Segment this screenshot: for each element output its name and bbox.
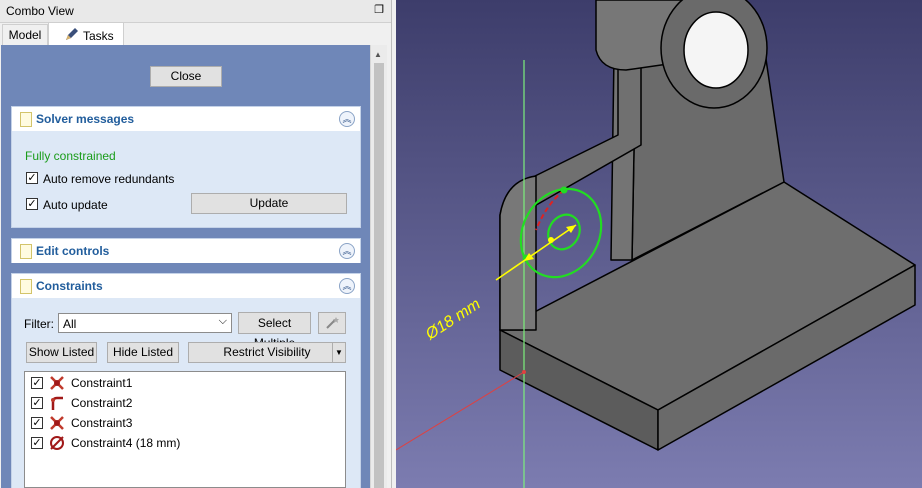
wand-icon — [326, 317, 339, 329]
coincident-icon — [50, 376, 64, 390]
collapse-icon[interactable]: ︽ — [339, 278, 355, 294]
hide-listed-button[interactable]: Hide Listed — [107, 342, 179, 363]
close-button[interactable]: Close — [150, 66, 222, 87]
coincident-icon — [50, 416, 64, 430]
show-listed-button[interactable]: Show Listed — [26, 342, 97, 363]
combo-view-panel: Combo View ❐ Model Tasks Close Solver me… — [0, 0, 392, 488]
solver-messages-box: Solver messages ︽ Fully constrained ✓ Au… — [11, 106, 361, 228]
restrict-visibility-label: Restrict Visibility — [223, 345, 311, 359]
tab-tasks[interactable]: Tasks — [48, 22, 124, 46]
origin-point — [522, 370, 526, 374]
list-item[interactable]: ✓ Constraint1 — [31, 374, 331, 392]
task-panel-scrollbar[interactable]: ▲ — [370, 45, 387, 488]
tab-tasks-label: Tasks — [83, 29, 114, 43]
edit-controls-title: Edit controls — [36, 244, 110, 258]
constraints-list: ✓ Constraint1 ✓ Constraint2 ✓ Constraint… — [24, 371, 346, 488]
update-button[interactable]: Update — [191, 193, 347, 214]
scrollbar-thumb[interactable] — [374, 63, 384, 488]
auto-update-label: Auto update — [43, 198, 108, 212]
filter-select[interactable]: All ⌵ — [58, 313, 232, 333]
constraint-checkbox[interactable]: ✓ — [31, 377, 43, 389]
document-icon — [20, 279, 32, 294]
select-multiple-button[interactable]: Select Multiple — [238, 312, 311, 350]
list-item[interactable]: ✓ Constraint3 — [31, 414, 331, 432]
pencil-icon — [66, 28, 78, 40]
constraint-checkbox[interactable]: ✓ — [31, 397, 43, 409]
chevron-down-icon: ⌵ — [218, 315, 227, 327]
auto-update-checkbox[interactable]: ✓ — [26, 198, 38, 210]
tangent-icon — [51, 396, 63, 410]
combo-view-titlebar: Combo View ❐ — [0, 0, 391, 23]
constraint-checkbox[interactable]: ✓ — [31, 437, 43, 449]
filter-select-value: All — [63, 317, 77, 331]
tab-bar: Model Tasks — [0, 22, 391, 46]
document-icon — [20, 244, 32, 259]
solver-status: Fully constrained — [25, 149, 116, 163]
scroll-up-icon[interactable]: ▲ — [374, 50, 382, 59]
edit-controls-header[interactable]: Edit controls ︽ — [12, 239, 360, 263]
constraint-name: Constraint1 — [71, 376, 133, 390]
solver-messages-title: Solver messages — [36, 112, 135, 126]
edit-controls-box: Edit controls ︽ — [11, 238, 361, 263]
constraints-header[interactable]: Constraints ︽ — [12, 274, 360, 298]
restrict-visibility-button[interactable]: Restrict Visibility ▼ — [188, 342, 346, 363]
solver-messages-header[interactable]: Solver messages ︽ — [12, 107, 360, 131]
filter-label: Filter: — [24, 317, 54, 331]
tab-model-label: Model — [8, 28, 42, 42]
list-item[interactable]: ✓ Constraint2 — [31, 394, 331, 412]
float-window-icon[interactable]: ❐ — [373, 4, 385, 16]
constraint-name: Constraint2 — [71, 396, 133, 410]
constraints-title: Constraints — [36, 279, 103, 293]
constraint-checkbox[interactable]: ✓ — [31, 417, 43, 429]
constraint-name: Constraint3 — [71, 416, 133, 430]
document-icon — [20, 112, 32, 127]
tab-model[interactable]: Model — [2, 24, 48, 45]
dropdown-arrow-icon[interactable]: ▼ — [332, 343, 345, 362]
collapse-icon[interactable]: ︽ — [339, 243, 355, 259]
collapse-icon[interactable]: ︽ — [339, 111, 355, 127]
auto-remove-label: Auto remove redundants — [43, 172, 175, 186]
settings-wand-button[interactable] — [318, 312, 346, 334]
diameter-icon — [50, 436, 64, 450]
3d-viewport[interactable]: Ø18 mm — [396, 0, 922, 488]
auto-remove-checkbox[interactable]: ✓ — [26, 172, 38, 184]
combo-view-title: Combo View — [6, 4, 74, 18]
list-item[interactable]: ✓ Constraint4 (18 mm) — [31, 434, 331, 452]
constraint-name: Constraint4 (18 mm) — [71, 436, 181, 450]
